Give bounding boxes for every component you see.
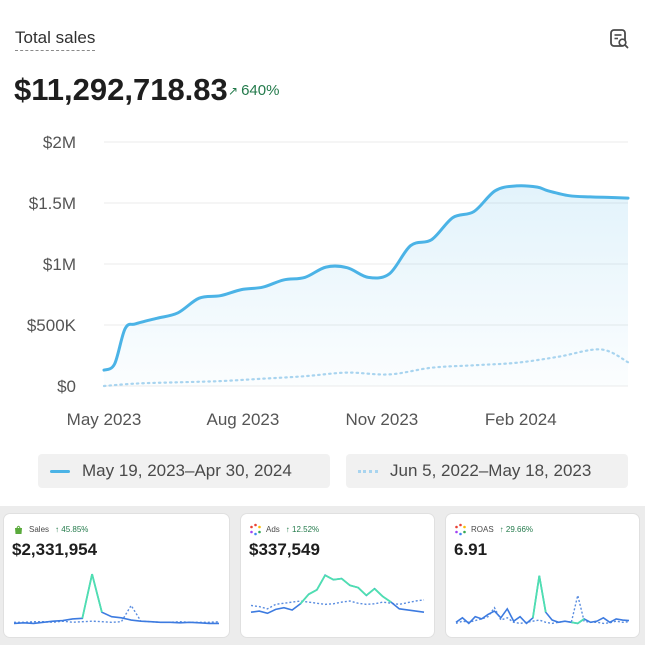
card-value: $337,549 <box>249 540 320 559</box>
card-title: Sales <box>29 525 50 534</box>
card-value: 6.91 <box>454 540 488 559</box>
legend-item-previous[interactable]: Jun 5, 2022–May 18, 2023 <box>346 454 628 488</box>
current-period-area <box>104 185 628 386</box>
metric-card-ads[interactable]: Ads ↑ 12.52% $337,549 <box>241 514 434 637</box>
delta-badge: ↗ 640% <box>228 82 279 99</box>
card-title: ROAS <box>471 525 494 534</box>
sparkline-highlight <box>349 584 359 589</box>
sparkline-highlight <box>81 573 93 619</box>
legend-label-previous: Jun 5, 2022–May 18, 2023 <box>390 461 592 480</box>
total-sales-value: $11,292,718.83 <box>14 72 228 107</box>
sparkline-highlight <box>382 595 392 603</box>
sparkline-highlight <box>577 618 585 625</box>
sparkline-highlight <box>299 593 310 605</box>
ads-multicolor-icon <box>250 523 261 536</box>
sparkline-highlight <box>333 577 342 581</box>
sparkline-highlight <box>324 574 334 581</box>
y-tick-label: $0 <box>57 377 76 396</box>
sparkline-highlight <box>308 589 318 596</box>
metric-card-roas[interactable]: ROAS ↑ 29.66% 6.91 <box>446 514 639 637</box>
sparkline-previous <box>14 604 220 623</box>
card-value: $2,331,954 <box>12 540 98 559</box>
card-delta-value: 45.85% <box>61 525 89 534</box>
sparkline-current <box>455 575 630 625</box>
x-tick-label: Aug 2023 <box>207 410 280 429</box>
roas-sparkline <box>455 575 630 625</box>
card-header: Ads ↑ 12.52% <box>249 523 319 536</box>
card-delta: ↑ 12.52% <box>285 525 320 534</box>
metric-card-sales[interactable]: Sales ↑ 45.85% $2,331,954 <box>4 514 229 637</box>
sparkline-highlight <box>341 577 351 587</box>
card-delta-value: 29.66% <box>505 525 534 534</box>
card-delta-value: 12.52% <box>292 525 320 534</box>
sales-sparkline <box>13 573 220 625</box>
sparkline-current <box>250 574 425 615</box>
sparkline-highlight <box>571 621 578 625</box>
sparkline-highlight <box>357 586 367 597</box>
y-tick-label: $500K <box>27 316 77 335</box>
chart-explore-icon[interactable] <box>606 26 632 52</box>
legend-dotted-swatch <box>358 469 378 473</box>
card-delta: ↑ 29.66% <box>499 525 534 534</box>
roas-multicolor-icon <box>455 523 466 536</box>
card-header: Sales ↑ 45.85% <box>12 523 88 536</box>
legend-item-current[interactable]: May 19, 2023–Apr 30, 2024 <box>38 454 330 488</box>
x-tick-label: Feb 2024 <box>485 410 557 429</box>
y-tick-label: $1.5M <box>29 194 76 213</box>
shop-bag-icon <box>15 525 22 534</box>
legend-solid-swatch <box>50 469 70 473</box>
sales-area-chart: $2M $1.5M $1M $500K $0 May 2023 Aug 2023 Nov 20… <box>27 133 630 429</box>
y-tick-label: $1M <box>43 255 76 274</box>
arrow-up-right-icon: ↗ <box>228 84 239 98</box>
delta-percent: 640% <box>241 82 280 99</box>
sparkline-highlight <box>531 575 541 618</box>
sparkline-highlight <box>316 574 326 591</box>
y-tick-label: $2M <box>43 133 76 152</box>
sparkline-current <box>13 573 219 625</box>
card-header: ROAS ↑ 29.66% <box>454 523 533 536</box>
ads-sparkline <box>250 574 425 615</box>
sparkline-highlight <box>91 573 103 613</box>
x-tick-label: May 2023 <box>67 410 142 429</box>
sparkline-highlight <box>365 587 376 597</box>
legend-label-current: May 19, 2023–Apr 30, 2024 <box>82 461 292 480</box>
card-delta: ↑ 45.85% <box>55 525 89 534</box>
sparkline-highlight <box>538 575 547 613</box>
card-title: Ads <box>266 525 280 534</box>
sparkline-highlight <box>373 588 384 598</box>
chart-title[interactable]: Total sales <box>15 28 96 51</box>
x-tick-label: Nov 2023 <box>345 410 418 429</box>
